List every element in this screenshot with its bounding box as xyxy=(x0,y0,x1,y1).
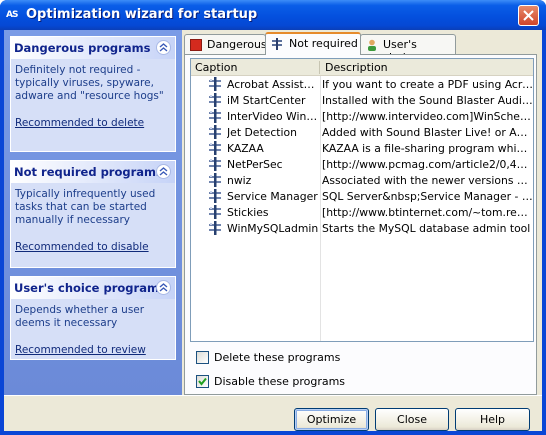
chevron-up-icon xyxy=(159,283,168,292)
program-caption: KAZAA xyxy=(227,142,264,155)
startup-program-icon xyxy=(209,205,221,219)
close-icon xyxy=(523,10,534,21)
program-description: [http://www.btinternet.com/~tom.revell/]… xyxy=(322,206,533,219)
program-description: [http://www.intervideo.com]WinScheduler … xyxy=(322,110,533,123)
list-item[interactable]: InterVideo WinSc...[http://www.intervide… xyxy=(191,108,533,124)
list-item[interactable]: Service Manager SQL Server&nbsp;Service M… xyxy=(191,188,533,204)
group-header[interactable]: Not required programs xyxy=(11,161,175,183)
programs-list[interactable]: Caption Description Acrobat Assistant If … xyxy=(190,58,534,342)
app-icon: AS xyxy=(6,10,18,20)
group-description: Definitely not required - typically viru… xyxy=(15,64,164,102)
chevron-up-icon xyxy=(159,167,168,176)
list-item[interactable]: NetPerSec [http://www.pcmag.com/article2/… xyxy=(191,156,533,172)
recommended-to-delete-link[interactable]: Recommended to delete xyxy=(15,117,144,129)
program-caption: Acrobat Assistant xyxy=(227,78,319,91)
startup-program-icon xyxy=(209,141,221,155)
list-item[interactable]: iM StartCenter Installed with the Sound B… xyxy=(191,92,533,108)
program-caption: nwiz xyxy=(227,174,252,187)
collapse-button[interactable] xyxy=(156,40,171,55)
help-button[interactable]: Help xyxy=(455,408,530,431)
footer-separator xyxy=(4,395,542,396)
chevron-up-icon xyxy=(159,43,168,52)
category-task-pane: Dangerous programs Definitely not requir… xyxy=(4,30,182,395)
checkmark-icon xyxy=(198,377,207,386)
delete-programs-label: Delete these programs xyxy=(214,351,341,364)
group-header[interactable]: Dangerous programs xyxy=(11,37,175,59)
group-dangerous: Dangerous programs Definitely not requir… xyxy=(10,36,176,152)
window-title: Optimization wizard for startup xyxy=(26,7,258,22)
program-caption: Jet Detection xyxy=(227,126,297,139)
group-description: Depends whether a user deems it necessar… xyxy=(15,304,145,329)
optimize-button[interactable]: Optimize xyxy=(294,408,369,431)
list-item[interactable]: nwiz Associated with the newer versions o… xyxy=(191,172,533,188)
group-title: Dangerous programs xyxy=(14,41,151,55)
recommended-to-disable-link[interactable]: Recommended to disable xyxy=(15,241,149,253)
startup-program-icon xyxy=(209,221,221,235)
recommended-to-review-link[interactable]: Recommended to review xyxy=(15,344,146,356)
list-header: Caption Description xyxy=(191,59,533,76)
program-description: Added with Sound Blaster Live! or Audigy… xyxy=(322,126,533,139)
startup-program-icon xyxy=(209,109,221,123)
program-description: [http://www.pcmag.com/article2/0,4149,1.… xyxy=(322,158,533,171)
program-caption: InterVideo WinSc... xyxy=(227,110,319,123)
list-item[interactable]: Stickies [http://www.btinternet.com/~tom.… xyxy=(191,204,533,220)
group-users-choice: User's choice programs Depends whether a… xyxy=(10,276,176,360)
startup-program-icon xyxy=(209,93,221,107)
tab-users-choice[interactable]: User's choice xyxy=(360,34,456,64)
program-description: SQL Server&nbsp;Service Manager - provid… xyxy=(322,190,533,203)
tab-panel-not-required: Caption Description Acrobat Assistant If … xyxy=(184,54,537,395)
column-header-description[interactable]: Description xyxy=(325,61,388,74)
close-button[interactable]: Close xyxy=(375,408,449,431)
program-description: Associated with the newer versions of nV… xyxy=(322,174,533,187)
checkbox-box[interactable] xyxy=(196,351,209,364)
group-not-required: Not required programs Typically infreque… xyxy=(10,160,176,268)
startup-program-icon xyxy=(209,157,221,171)
column-divider[interactable] xyxy=(319,61,320,74)
group-title: Not required programs xyxy=(14,165,163,179)
program-caption: Service Manager xyxy=(227,190,318,203)
group-description: Typically infrequently used tasks that c… xyxy=(15,188,156,226)
column-header-caption[interactable]: Caption xyxy=(195,61,237,74)
startup-program-icon xyxy=(209,77,221,91)
collapse-button[interactable] xyxy=(156,280,171,295)
program-caption: Stickies xyxy=(227,206,269,219)
program-caption: WinMySQLadmin xyxy=(227,222,319,235)
list-rows: Acrobat Assistant If you want to create a… xyxy=(191,76,533,236)
list-item[interactable]: KAZAA KAZAA is a file-sharing program whi… xyxy=(191,140,533,156)
list-item[interactable]: Jet Detection Added with Sound Blaster Li… xyxy=(191,124,533,140)
startup-program-icon xyxy=(209,125,221,139)
startup-program-icon xyxy=(272,38,282,50)
program-description: KAZAA is a file-sharing program which un… xyxy=(322,142,533,155)
wizard-window: AS Optimization wizard for startup Dange… xyxy=(0,0,546,435)
disable-programs-label: Disable these programs xyxy=(214,375,346,388)
startup-program-icon xyxy=(209,189,221,203)
list-item[interactable]: Acrobat Assistant If you want to create a… xyxy=(191,76,533,92)
group-title: User's choice programs xyxy=(14,281,166,295)
close-window-button[interactable] xyxy=(518,5,539,26)
startup-program-icon xyxy=(209,173,221,187)
program-description: Starts the MySQL database admin tool xyxy=(322,222,531,235)
tab-not-required[interactable]: Not required xyxy=(265,32,361,55)
tab-dangerous[interactable]: Dangerous xyxy=(184,34,267,54)
program-caption: iM StartCenter xyxy=(227,94,306,107)
group-header[interactable]: User's choice programs xyxy=(11,277,175,299)
collapse-button[interactable] xyxy=(156,164,171,179)
list-item[interactable]: WinMySQLadmin Starts the MySQL database a… xyxy=(191,220,533,236)
program-caption: NetPerSec xyxy=(227,158,283,171)
checkbox-box[interactable] xyxy=(196,375,209,388)
user-icon xyxy=(368,39,376,51)
red-square-icon xyxy=(190,39,202,51)
dialog-client-area: Dangerous programs Definitely not requir… xyxy=(4,30,542,431)
program-description: If you want to create a PDF using Acroba… xyxy=(322,78,533,91)
program-description: Installed with the Sound Blaster Audigy … xyxy=(322,94,533,107)
title-bar[interactable]: AS Optimization wizard for startup xyxy=(0,0,546,30)
column-gridline xyxy=(320,76,321,341)
